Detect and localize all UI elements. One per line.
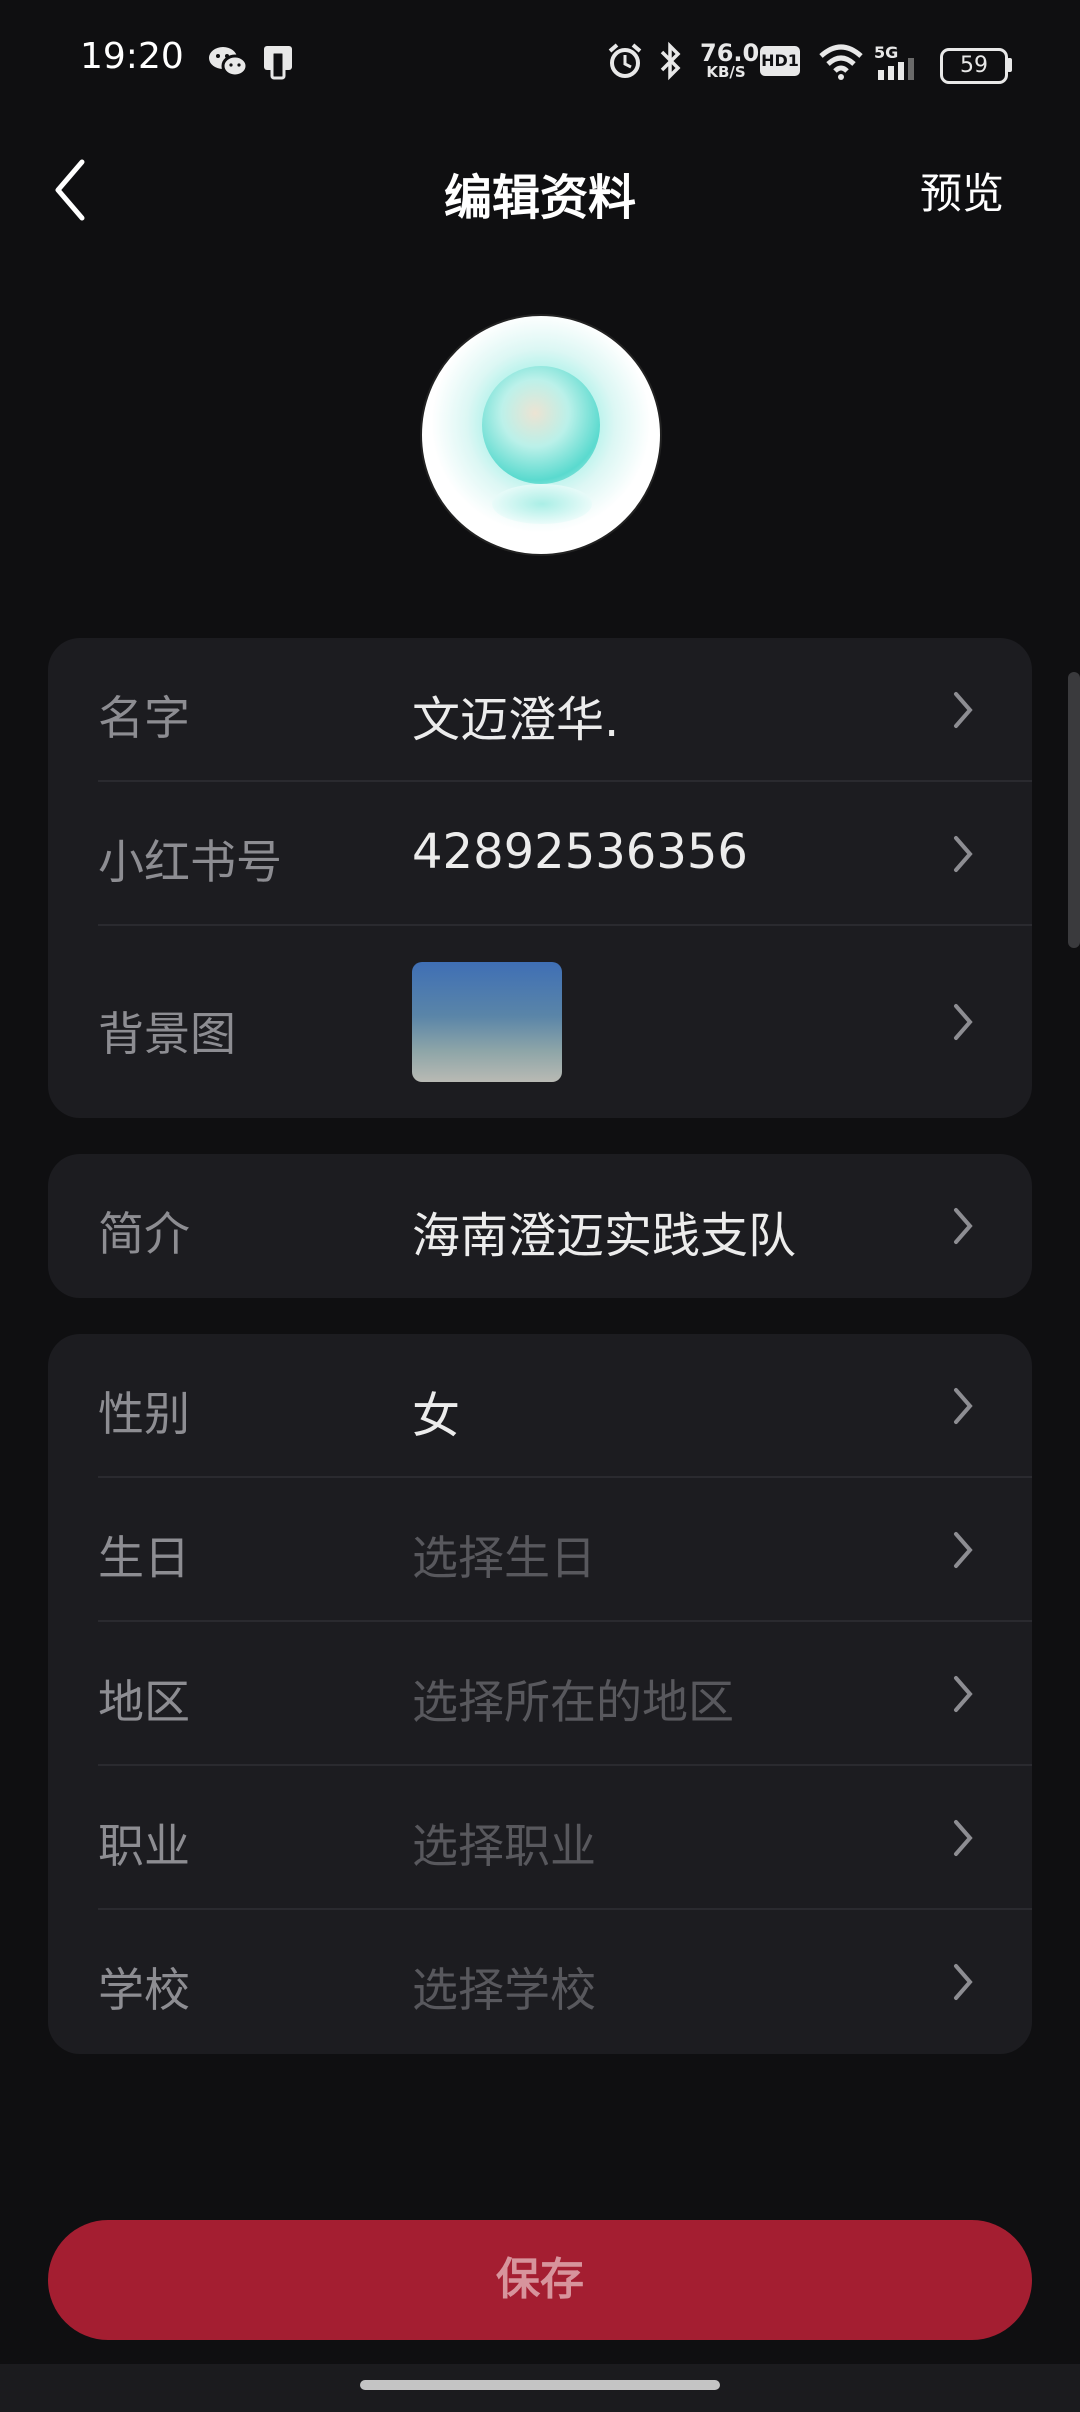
intro-card: 简介 海南澄迈实践支队	[48, 1154, 1032, 1298]
name-value: 文迈澄华.	[412, 692, 620, 748]
scrollbar[interactable]	[1068, 672, 1080, 948]
region-label: 地区	[98, 1675, 190, 1729]
chevron-right-icon	[954, 1820, 973, 1856]
intro-value: 海南澄迈实践支队	[412, 1208, 797, 1264]
hd-badge: HD1	[760, 46, 800, 76]
status-bar: 19:20 76.0 KB/S HD1 5G 59	[0, 0, 1080, 124]
wechat-icon	[209, 47, 248, 78]
avatar[interactable]	[420, 314, 662, 556]
save-button[interactable]: 保存	[48, 2220, 1032, 2340]
preview-button[interactable]: 预览	[920, 160, 1004, 221]
occupation-placeholder: 选择职业	[412, 1819, 596, 1873]
background-image-label: 背景图	[98, 1007, 236, 1061]
net-speed-value: 76.0	[700, 39, 760, 67]
occupation-label: 职业	[98, 1819, 190, 1873]
home-indicator[interactable]	[360, 2380, 720, 2390]
region-placeholder: 选择所在的地区	[412, 1675, 734, 1729]
school-label: 学校	[98, 1963, 190, 2017]
name-label: 名字	[98, 691, 190, 745]
background-image-row[interactable]: 背景图	[48, 926, 1032, 1118]
chevron-right-icon	[954, 836, 973, 872]
bluetooth-icon	[660, 41, 681, 81]
chevron-right-icon	[954, 692, 973, 728]
intro-row[interactable]: 简介 海南澄迈实践支队	[48, 1154, 1032, 1298]
page-title: 编辑资料	[443, 170, 636, 226]
battery-tip	[1007, 58, 1012, 72]
school-placeholder: 选择学校	[412, 1963, 596, 2017]
chevron-right-icon	[954, 1964, 973, 2000]
basic-info-card: 名字 文迈澄华. 小红书号 42892536356 背景图	[48, 638, 1032, 1118]
xhs-id-value: 42892536356	[412, 824, 748, 880]
chevron-right-icon	[954, 1208, 973, 1244]
xhs-id-label: 小红书号	[98, 835, 282, 889]
gender-row[interactable]: 性别 女	[48, 1334, 1032, 1478]
alarm-icon	[608, 43, 642, 78]
birthday-row[interactable]: 生日 选择生日	[48, 1478, 1032, 1622]
chevron-right-icon	[954, 1532, 973, 1568]
xhs-id-row[interactable]: 小红书号 42892536356	[48, 782, 1032, 926]
name-row[interactable]: 名字 文迈澄华.	[48, 638, 1032, 782]
chevron-right-icon	[954, 1676, 973, 1712]
avatar-reflection	[492, 484, 592, 524]
avatar-globe-image	[482, 366, 600, 484]
status-time: 19:20	[80, 36, 184, 77]
region-row[interactable]: 地区 选择所在的地区	[48, 1622, 1032, 1766]
gender-label: 性别	[98, 1387, 190, 1441]
occupation-row[interactable]: 职业 选择职业	[48, 1766, 1032, 1910]
background-image-thumbnail	[412, 962, 562, 1082]
net-speed-unit: KB/S	[706, 63, 746, 81]
app-notification-icon	[264, 46, 292, 80]
cell-signal-icon	[878, 58, 914, 80]
gender-value: 女	[412, 1388, 461, 1444]
wifi-icon	[819, 44, 863, 80]
battery-indicator: 59	[940, 48, 1008, 84]
birthday-placeholder: 选择生日	[412, 1531, 596, 1585]
personal-info-card: 性别 女 生日 选择生日 地区 选择所在的地区 职业 选择职业 学校 选择学校	[48, 1334, 1032, 2054]
chevron-right-icon	[954, 1004, 973, 1040]
school-row[interactable]: 学校 选择学校	[48, 1910, 1032, 2054]
intro-label: 简介	[98, 1207, 190, 1261]
chevron-right-icon	[954, 1388, 973, 1424]
birthday-label: 生日	[98, 1531, 190, 1585]
